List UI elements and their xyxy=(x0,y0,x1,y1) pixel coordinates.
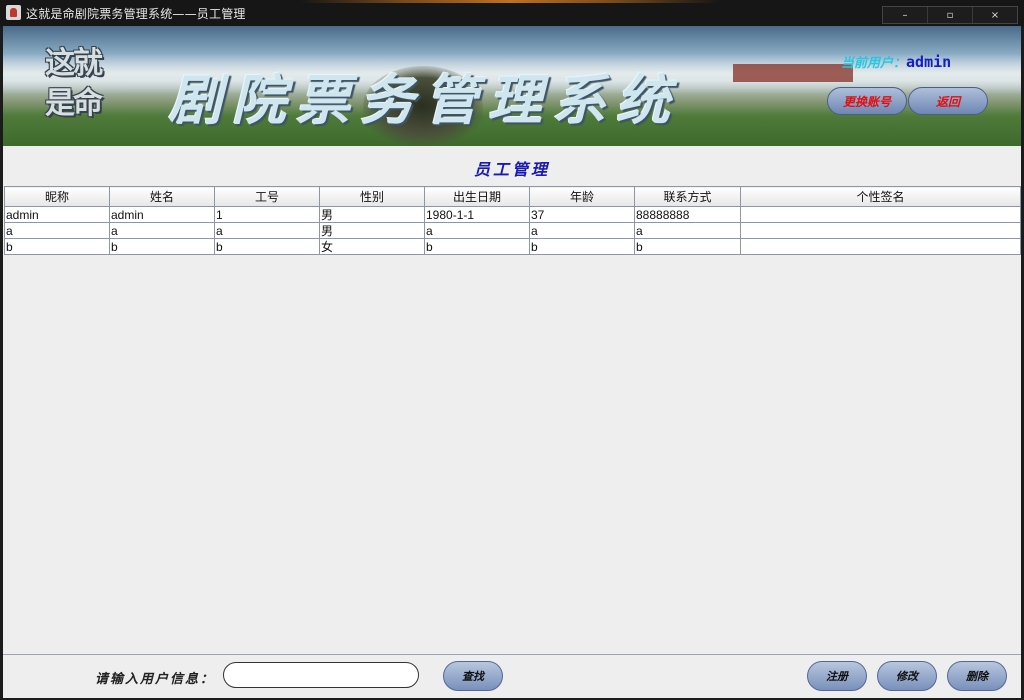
table-row[interactable]: a a a 男 a a a xyxy=(4,222,1021,239)
table-cell[interactable]: 37 xyxy=(529,206,635,223)
app-window: 这就是命剧院票务管理系统——员工管理 – ▫ × 这就 是命 剧院票务管理系统 … xyxy=(0,0,1024,700)
switch-account-button[interactable]: 更换账号 xyxy=(827,87,907,115)
java-app-icon xyxy=(6,5,21,20)
table-cell[interactable]: 女 xyxy=(319,238,425,255)
column-header-birth-date[interactable]: 出生日期 xyxy=(424,186,530,207)
table-cell[interactable]: a xyxy=(109,222,215,239)
column-header-nickname[interactable]: 昵称 xyxy=(4,186,110,207)
window-title: 这就是命剧院票务管理系统——员工管理 xyxy=(26,7,246,21)
table-cell[interactable]: admin xyxy=(109,206,215,223)
logo-line-2: 是命 xyxy=(45,86,103,121)
column-header-age[interactable]: 年龄 xyxy=(529,186,635,207)
bottom-toolbar: 请输入用户信息： 查找 注册 修改 删除 xyxy=(3,654,1021,698)
column-header-gender[interactable]: 性别 xyxy=(319,186,425,207)
table-row[interactable]: admin admin 1 男 1980-1-1 37 88888888 xyxy=(4,206,1021,223)
table-cell[interactable] xyxy=(740,222,1021,239)
table-cell[interactable]: a xyxy=(424,222,530,239)
search-label: 请输入用户信息： xyxy=(95,672,216,687)
table-cell[interactable]: 1980-1-1 xyxy=(424,206,530,223)
current-user-label: 当前用户： xyxy=(841,56,907,71)
table-cell[interactable]: b xyxy=(109,238,215,255)
table-header-row: 昵称 姓名 工号 性别 出生日期 年龄 联系方式 个性签名 xyxy=(4,186,1021,207)
column-header-signature[interactable]: 个性签名 xyxy=(740,186,1021,207)
table-cell[interactable] xyxy=(740,238,1021,255)
logo-line-1: 这就 xyxy=(45,46,103,81)
search-input[interactable] xyxy=(223,662,419,688)
table-cell[interactable]: b xyxy=(424,238,530,255)
main-panel: 这就 是命 剧院票务管理系统 当前用户：admin 更换账号 返回 员工管理 昵… xyxy=(3,26,1021,698)
delete-button[interactable]: 删除 xyxy=(947,661,1007,691)
table-cell[interactable]: admin xyxy=(4,206,110,223)
modify-button[interactable]: 修改 xyxy=(877,661,937,691)
title-glow xyxy=(300,0,720,3)
window-controls: – ▫ × xyxy=(882,6,1018,24)
banner: 这就 是命 剧院票务管理系统 当前用户：admin 更换账号 返回 xyxy=(3,26,1021,146)
back-button[interactable]: 返回 xyxy=(908,87,988,115)
banner-barn xyxy=(733,64,853,82)
maximize-button[interactable]: ▫ xyxy=(927,7,972,23)
system-title: 剧院票务管理系统 xyxy=(168,68,680,132)
table-cell[interactable]: a xyxy=(4,222,110,239)
table-cell[interactable]: b xyxy=(4,238,110,255)
table-cell[interactable] xyxy=(740,206,1021,223)
current-user: 当前用户：admin xyxy=(841,52,951,71)
table-cell[interactable]: a xyxy=(529,222,635,239)
page-title: 员工管理 xyxy=(473,160,550,179)
table-cell[interactable]: b xyxy=(634,238,741,255)
table-cell[interactable]: 男 xyxy=(319,222,425,239)
current-user-value: admin xyxy=(906,53,952,71)
table-cell[interactable]: 1 xyxy=(214,206,320,223)
find-button[interactable]: 查找 xyxy=(443,661,503,691)
table-cell[interactable]: a xyxy=(214,222,320,239)
employee-table: 昵称 姓名 工号 性别 出生日期 年龄 联系方式 个性签名 admin admi… xyxy=(4,186,1021,255)
register-button[interactable]: 注册 xyxy=(807,661,867,691)
table-cell[interactable]: b xyxy=(529,238,635,255)
table-row[interactable]: b b b 女 b b b xyxy=(4,238,1021,255)
table-cell[interactable]: a xyxy=(634,222,741,239)
title-bar: 这就是命剧院票务管理系统——员工管理 – ▫ × xyxy=(0,0,1024,26)
column-header-name[interactable]: 姓名 xyxy=(109,186,215,207)
column-header-employee-id[interactable]: 工号 xyxy=(214,186,320,207)
column-header-contact[interactable]: 联系方式 xyxy=(634,186,741,207)
table-cell[interactable]: 男 xyxy=(319,206,425,223)
logo: 这就 是命 xyxy=(45,44,135,128)
minimize-button[interactable]: – xyxy=(883,7,927,23)
close-button[interactable]: × xyxy=(972,7,1017,23)
table-cell[interactable]: b xyxy=(214,238,320,255)
table-cell[interactable]: 88888888 xyxy=(634,206,741,223)
